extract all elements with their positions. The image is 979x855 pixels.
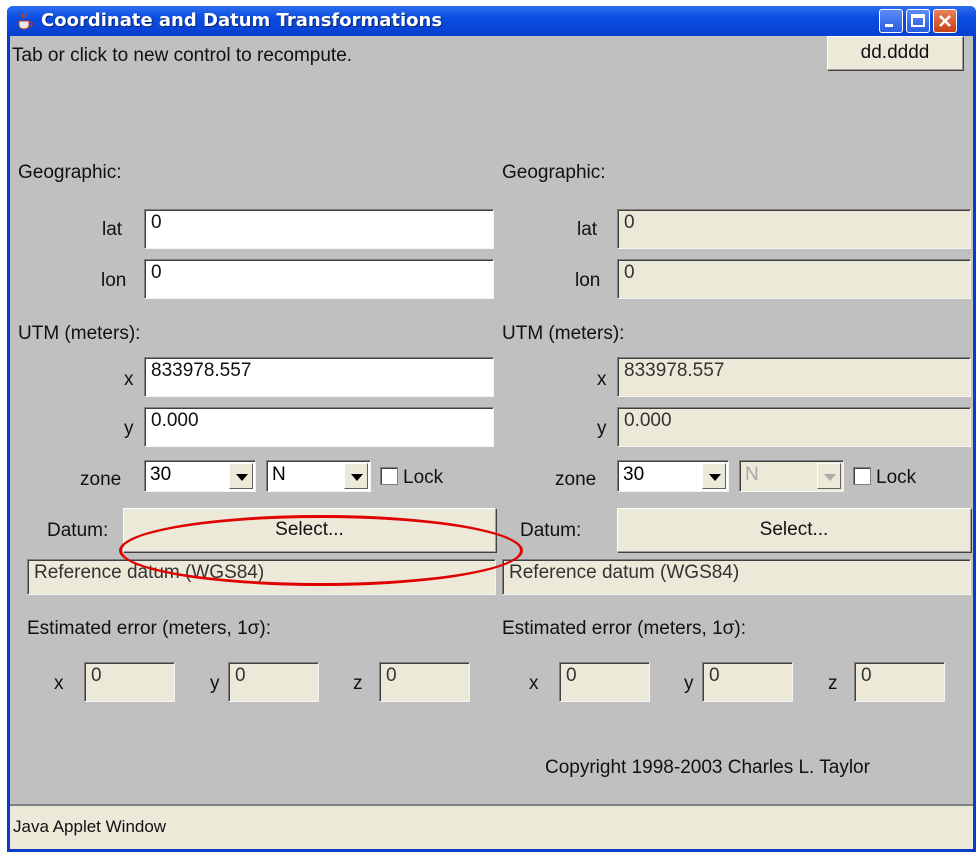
right-lon-field: 0 — [617, 259, 971, 299]
right-datum-label: Datum: — [520, 520, 582, 541]
right-lat-field: 0 — [617, 209, 971, 249]
left-datum-label: Datum: — [47, 520, 109, 541]
chevron-down-icon[interactable] — [702, 463, 726, 489]
right-utm-label: UTM (meters): — [502, 323, 625, 344]
left-utm-x-input[interactable]: 833978.557 — [144, 357, 494, 397]
status-bar: Java Applet Window — [10, 804, 973, 849]
left-zone-value: 30 — [150, 464, 172, 485]
left-err-z-label: z — [353, 673, 363, 694]
right-zone-label: zone — [555, 469, 597, 490]
close-button[interactable] — [933, 9, 957, 33]
right-hemisphere-select: N — [739, 460, 844, 492]
left-utm-label: UTM (meters): — [18, 323, 141, 344]
left-err-z-field: 0 — [379, 662, 470, 702]
left-utm-y-input[interactable]: 0.000 — [144, 407, 494, 447]
right-x-label: x — [597, 369, 607, 390]
right-err-x-field: 0 — [559, 662, 650, 702]
instruction-text: Tab or click to new control to recompute… — [12, 45, 353, 66]
right-lat-label: lat — [577, 219, 598, 240]
left-err-x-field: 0 — [84, 662, 175, 702]
right-error-label: Estimated error (meters, 1σ): — [502, 618, 747, 639]
applet-window: Coordinate and Datum Transformations Tab… — [7, 6, 976, 852]
left-lon-input[interactable]: 0 — [144, 259, 494, 299]
left-lat-input[interactable]: 0 — [144, 209, 494, 249]
applet-content: Tab or click to new control to recompute… — [10, 36, 973, 849]
status-text: Java Applet Window — [13, 817, 167, 836]
right-zone-value: 30 — [623, 464, 645, 485]
close-icon — [939, 15, 951, 27]
left-y-label: y — [124, 418, 134, 439]
maximize-icon — [911, 14, 925, 27]
minimize-button[interactable] — [879, 9, 903, 33]
right-geographic-label: Geographic: — [502, 162, 606, 183]
highlight-ellipse — [119, 515, 523, 586]
left-lock-label: Lock — [403, 467, 444, 488]
left-error-label: Estimated error (meters, 1σ): — [27, 618, 272, 639]
chevron-down-icon[interactable] — [229, 463, 253, 489]
right-err-x-label: x — [529, 673, 539, 694]
copyright-text: Copyright 1998-2003 Charles L. Taylor — [545, 757, 870, 778]
left-x-label: x — [124, 369, 134, 390]
left-err-y-label: y — [210, 673, 220, 694]
right-y-label: y — [597, 418, 607, 439]
format-toggle-button[interactable]: dd.dddd — [827, 36, 963, 70]
right-err-y-field: 0 — [702, 662, 793, 702]
left-zone-select[interactable]: 30 — [144, 460, 256, 492]
left-err-y-field: 0 — [228, 662, 319, 702]
right-utm-x-field: 833978.557 — [617, 357, 971, 397]
right-hemisphere-value: N — [745, 464, 759, 485]
right-err-z-field: 0 — [854, 662, 945, 702]
left-lock-checkbox[interactable] — [380, 467, 398, 485]
left-geographic-label: Geographic: — [18, 162, 122, 183]
maximize-button[interactable] — [906, 9, 930, 33]
title-bar[interactable]: Coordinate and Datum Transformations — [7, 6, 976, 36]
chevron-down-icon — [817, 463, 841, 489]
java-cup-icon — [18, 12, 33, 30]
right-err-z-label: z — [828, 673, 838, 694]
window-title: Coordinate and Datum Transformations — [41, 10, 443, 31]
right-zone-select[interactable]: 30 — [617, 460, 729, 492]
right-lock-label: Lock — [876, 467, 917, 488]
right-utm-y-field: 0.000 — [617, 407, 971, 447]
left-lon-label: lon — [101, 270, 127, 291]
right-datum-select-button[interactable]: Select... — [617, 508, 971, 552]
left-hemisphere-select[interactable]: N — [266, 460, 371, 492]
left-zone-label: zone — [80, 469, 122, 490]
right-lon-label: lon — [575, 270, 601, 291]
left-hemisphere-value: N — [272, 464, 286, 485]
left-err-x-label: x — [54, 673, 64, 694]
right-lock-checkbox[interactable] — [853, 467, 871, 485]
chevron-down-icon[interactable] — [344, 463, 368, 489]
left-lat-label: lat — [102, 219, 123, 240]
minimize-icon — [885, 24, 893, 27]
right-datum-reference: Reference datum (WGS84) — [502, 559, 971, 595]
right-err-y-label: y — [684, 673, 694, 694]
